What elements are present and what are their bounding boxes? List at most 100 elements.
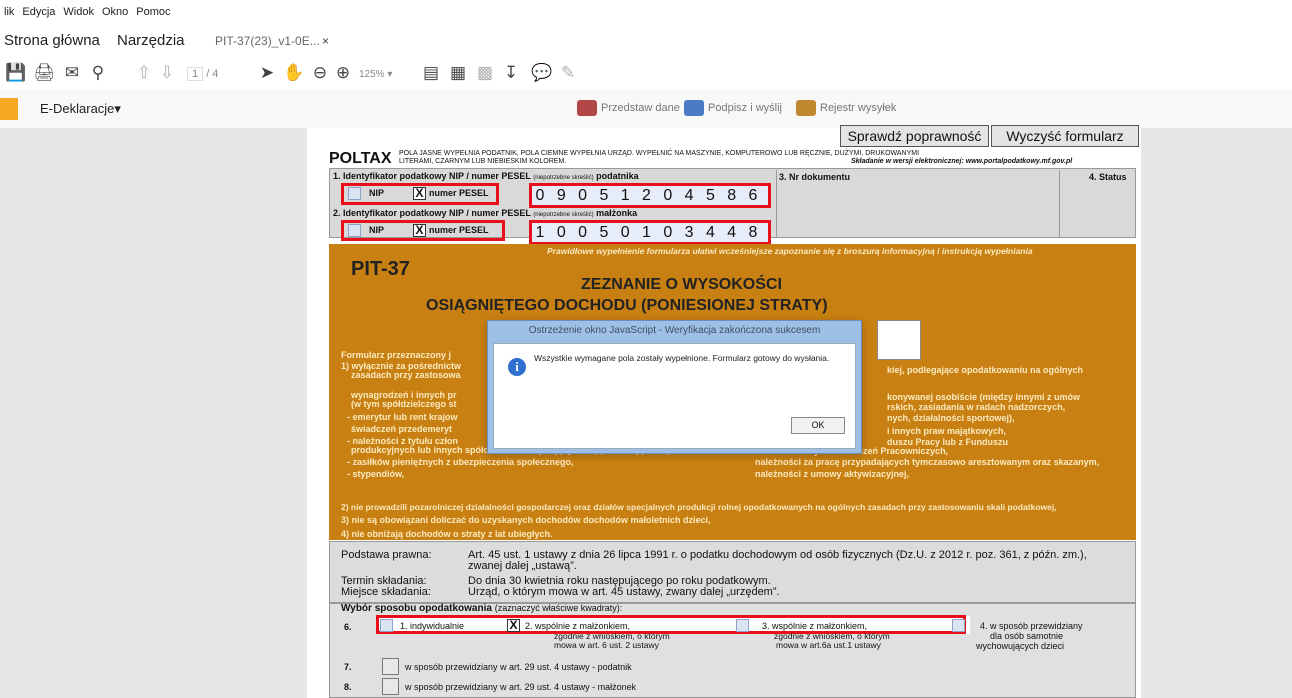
spouse-nip-checkbox[interactable] [348,224,361,237]
taxpayer-pesel-digit: 2 [642,187,652,204]
option-joint-art6a-sub2: mowa w art.6a ust.1 ustawy [776,640,881,650]
zoom-in-icon[interactable]: ⊕ [332,62,354,84]
left-line-5: - emerytur lub rent krajow [347,412,458,422]
right-line-1: konywanej osobiście (między innymi z umó… [887,392,1081,402]
row8-number: 8. [344,682,352,692]
page-down-icon[interactable]: ⇩ [156,62,178,84]
save-icon[interactable]: 💾 [5,62,27,84]
taxpayer-nip-checkbox[interactable] [348,187,361,200]
taxpayer-nip-label: NIP [369,188,385,198]
spouse-pesel-digit: 0 [663,224,674,241]
page-number-field[interactable]: 1 [187,67,204,81]
right-line-8: należności z umowy aktywizacyjnej, [755,469,910,479]
right-line-7: należności za pracę przypadających tymcz… [755,457,1100,467]
taxpayer-pesel-digit: 5 [705,187,716,204]
tab-document[interactable]: PIT-37(23)_v1-0E... [215,34,320,48]
select-arrow-icon[interactable]: ➤ [256,62,278,84]
spouse-pesel-digit: 5 [599,224,610,241]
spouse-pesel-digit: 1 [535,224,546,241]
taxpayer-pesel-digit: 6 [748,187,759,204]
header-note-2: LITERAMI, CZARNYM LUB NIEBIESKIM KOLOREM… [399,158,567,165]
option-joint-art6a: 3. wspólnie z małżonkiem, [762,621,868,631]
hand-tool-icon[interactable]: ✋ [283,62,305,84]
taxpayer-pesel-digit: 8 [727,187,738,204]
edeklaracje-menu[interactable]: E-Deklaracje▾ [40,101,121,117]
joint-art6a-checkbox[interactable] [736,619,749,632]
register-label: Rejestr wysyłek [820,102,897,114]
menu-edit[interactable]: Edycja [18,0,59,18]
edeklaracje-logo-icon [0,98,18,120]
taxpayer-pesel-digit: 1 [620,187,631,204]
row8-text: w sposób przewidziany w art. 29 ust. 4 u… [405,682,637,692]
notice-text: Prawidłowe wypełnienie formularza ułatwi… [547,246,1033,256]
form-title-2: OSIĄGNIĘTEGO DOCHODU (PONIESIONEJ STRATY… [426,297,828,314]
header-note-1: POLA JASNE WYPEŁNIA PODATNIK, POLA CIEMN… [399,150,920,157]
spouse-pesel-digit: 1 [642,224,652,241]
zoom-out-icon[interactable]: ⊖ [309,62,331,84]
clear-form-button[interactable]: Wyczyść formularz [991,125,1139,147]
download-icon[interactable]: ↧ [500,62,522,84]
field1-small: (niepotrzebne skreślić) [533,175,594,181]
method-title: Wybór sposobu opodatkowania [341,603,492,614]
present-data-icon [577,100,597,116]
single-parent-checkbox[interactable] [952,619,965,632]
info-icon: i [508,358,526,376]
basis-text-2: zwanej dalej „ustawą”. [468,560,577,572]
joint-art6-checkbox[interactable]: X [507,619,520,632]
menu-view[interactable]: Widok [59,0,98,18]
zoom-value: 125% [359,69,385,80]
field2-suffix: małżonka [596,208,638,218]
menu-window[interactable]: Okno [98,0,132,18]
art29-taxpayer-checkbox[interactable] [382,658,399,675]
email-icon[interactable]: ✉ [61,62,83,84]
pen-icon[interactable]: ✎ [557,62,579,84]
fit-page-icon[interactable]: ▤ [420,62,442,84]
search-icon[interactable]: ⚲ [87,62,109,84]
row7-text: w sposób przewidziany w art. 29 ust. 4 u… [405,662,632,672]
condition-3: 3) nie są obowiązani doliczać do uzyskan… [341,515,711,525]
register-icon [796,100,816,116]
left-line-6: świadczeń przedemeryt [351,424,453,434]
check-validity-button[interactable]: Sprawdź poprawność [840,125,989,147]
ok-button[interactable]: OK [791,417,845,434]
spouse-pesel-checkbox[interactable]: X [413,224,426,237]
year-field[interactable] [877,320,921,360]
tab-home[interactable]: Strona główna [4,32,100,49]
form-title-1: ZEZNANIE O WYSOKOŚCI [581,276,782,293]
taxpayer-pesel-checkbox[interactable]: X [413,187,426,200]
print-icon[interactable]: 🖨 [33,62,55,84]
rotate-icon[interactable]: ▩ [474,62,496,84]
present-data-button[interactable]: Przedstaw dane [577,100,680,116]
register-button[interactable]: Rejestr wysyłek [796,100,896,116]
poltax-logo: POLTAX [329,150,392,167]
page-up-icon[interactable]: ⇧ [133,62,155,84]
individual-checkbox[interactable] [380,619,393,632]
condition-4: 4) nie obniżają dochodów o straty z lat … [341,529,553,539]
art29-spouse-checkbox[interactable] [382,678,399,695]
left-line-4: (w tym spółdzielczego st [351,399,457,409]
spouse-pesel-digit: 0 [578,224,589,241]
right-line-4: i innych praw majątkowych, [887,426,1007,436]
doc-number-label: 3. Nr dokumentu [779,172,851,182]
fit-width-icon[interactable]: ▦ [447,62,469,84]
tab-bar: Strona główna Narzędzia PIT-37(23)_v1-0E… [0,20,1292,57]
tab-tools[interactable]: Narzędzia [117,32,185,49]
place-label: Miejsce składania: [341,586,431,598]
option-joint-art6-sub2: mowa w art. 6 ust. 2 ustawy [554,640,659,650]
left-line-9: - zasiłków pieniężnych z ubezpieczenia s… [347,457,574,467]
tab-close-icon[interactable]: × [322,34,329,48]
zoom-dropdown[interactable]: 125% ▾ [359,69,392,80]
option-single-parent-3: wychowujących dzieci [976,641,1065,651]
menu-file[interactable]: lik [0,0,18,18]
dialog-body: i Wszystkie wymagane pola zostały wypełn… [493,343,856,449]
sign-send-icon [684,100,704,116]
spouse-pesel-digit: 8 [748,224,759,241]
spouse-pesel-digit: 4 [705,224,716,241]
option-individual: 1. indywidualnie [400,621,465,631]
field1-suffix: podatnika [596,171,639,181]
spouse-pesel-digit: 4 [727,224,738,241]
menu-help[interactable]: Pomoc [132,0,174,18]
sign-send-button[interactable]: Podpisz i wyślij [684,100,782,116]
comment-icon[interactable]: 💬 [531,62,553,84]
option-single-parent-1: 4. w sposób przewidziany [980,621,1083,631]
